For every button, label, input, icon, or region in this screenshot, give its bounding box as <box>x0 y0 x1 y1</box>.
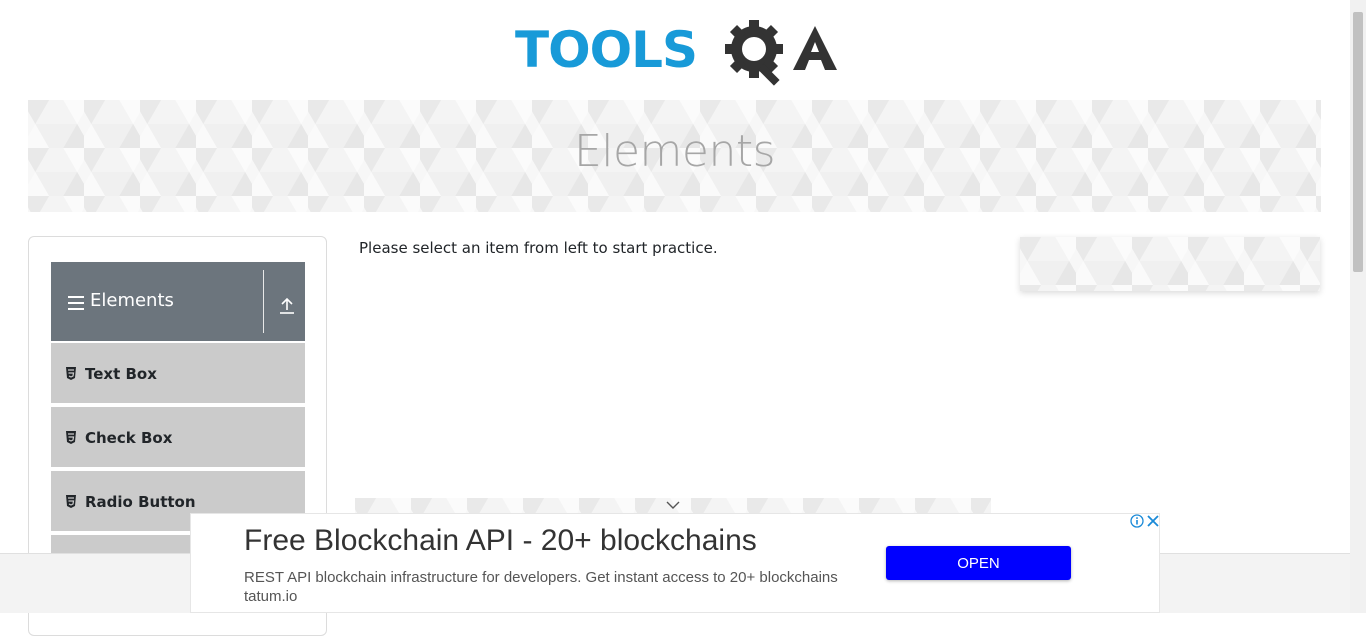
sidebar-group-title: Elements <box>90 290 174 311</box>
sidebar-item-label: Check Box <box>85 429 173 447</box>
sidebar-item-text-box[interactable]: Text Box <box>51 341 305 403</box>
collapse-arrow-icon[interactable] <box>279 296 295 314</box>
page-title: Elements <box>573 126 776 177</box>
sidebar-item-check-box[interactable]: Check Box <box>51 405 305 467</box>
header-divider <box>263 270 264 333</box>
hamburger-icon <box>68 296 84 310</box>
toolsqa-logo[interactable]: TOOLS <box>515 16 840 92</box>
close-icon[interactable] <box>1146 514 1160 528</box>
logo-tools-text: TOOLS <box>515 21 698 79</box>
ad-description[interactable]: REST API blockchain infrastructure for d… <box>244 568 844 606</box>
sidebar-group-elements[interactable]: Elements <box>51 262 305 341</box>
gear-icon <box>725 20 783 86</box>
ad-placeholder-right <box>1020 237 1320 291</box>
html5-icon <box>66 367 76 380</box>
sidebar-item-label: Radio Button <box>85 493 196 511</box>
ad-banner[interactable]: Free Blockchain API - 20+ blockchains RE… <box>190 513 1160 613</box>
info-icon[interactable] <box>1130 514 1144 528</box>
practice-instruction: Please select an item from left to start… <box>359 239 718 257</box>
ad-title[interactable]: Free Blockchain API - 20+ blockchains <box>244 524 757 558</box>
logo-a-letter <box>793 26 837 70</box>
scrollbar[interactable] <box>1350 0 1366 613</box>
sidebar-item-label: Text Box <box>85 365 157 383</box>
html5-icon <box>66 495 76 508</box>
page-banner: Elements <box>28 100 1321 212</box>
chevron-down-icon[interactable] <box>666 500 680 510</box>
html5-icon <box>66 431 76 444</box>
ad-open-button[interactable]: OPEN <box>886 546 1071 580</box>
scrollbar-thumb[interactable] <box>1353 12 1363 272</box>
